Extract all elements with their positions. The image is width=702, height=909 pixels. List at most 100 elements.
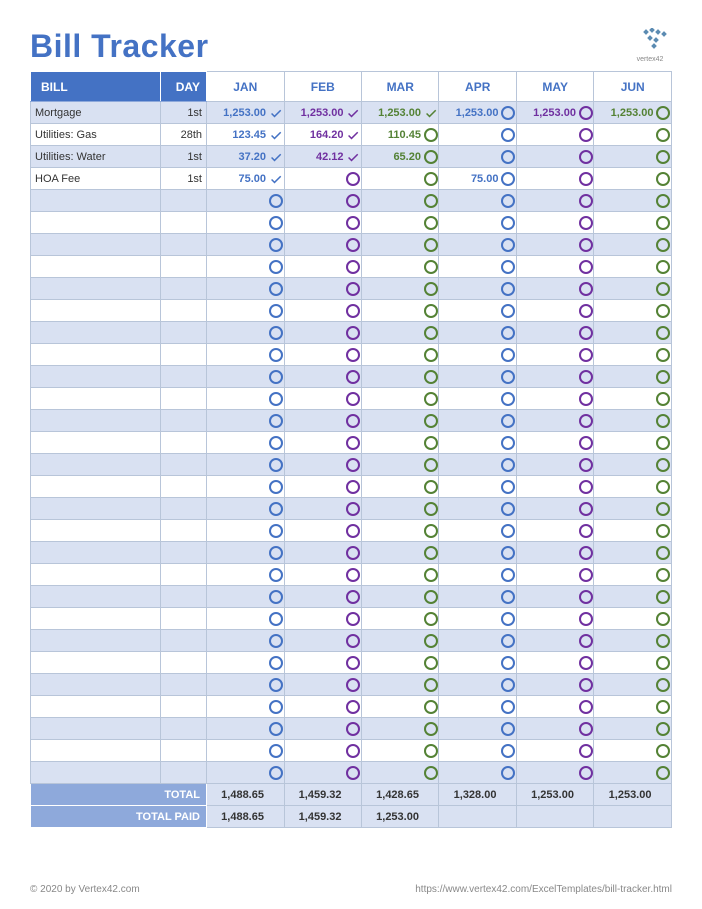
paid-indicator[interactable] <box>268 366 284 388</box>
amount-cell[interactable]: 37.20 <box>207 146 268 168</box>
paid-indicator[interactable] <box>423 190 439 212</box>
paid-indicator[interactable] <box>655 432 671 454</box>
amount-cell[interactable] <box>207 190 268 212</box>
paid-indicator[interactable] <box>500 674 516 696</box>
paid-indicator[interactable] <box>268 410 284 432</box>
amount-cell[interactable]: 75.00 <box>207 168 268 190</box>
due-day-cell[interactable] <box>161 674 207 696</box>
amount-cell[interactable] <box>439 124 500 146</box>
due-day-cell[interactable]: 28th <box>161 124 207 146</box>
bill-name-cell[interactable] <box>31 190 161 212</box>
amount-cell[interactable] <box>284 454 345 476</box>
amount-cell[interactable] <box>516 762 577 784</box>
paid-indicator[interactable] <box>500 124 516 146</box>
due-day-cell[interactable] <box>161 542 207 564</box>
paid-indicator[interactable] <box>268 740 284 762</box>
paid-indicator[interactable] <box>423 652 439 674</box>
amount-cell[interactable] <box>207 718 268 740</box>
amount-cell[interactable] <box>361 520 422 542</box>
paid-indicator[interactable] <box>345 300 361 322</box>
paid-indicator[interactable] <box>578 718 594 740</box>
amount-cell[interactable] <box>361 344 422 366</box>
amount-cell[interactable] <box>439 674 500 696</box>
amount-cell[interactable] <box>361 234 422 256</box>
paid-indicator[interactable] <box>423 344 439 366</box>
paid-indicator[interactable] <box>578 762 594 784</box>
amount-cell[interactable] <box>361 256 422 278</box>
amount-cell[interactable] <box>207 762 268 784</box>
paid-indicator[interactable] <box>578 674 594 696</box>
amount-cell[interactable] <box>284 190 345 212</box>
amount-cell[interactable] <box>284 740 345 762</box>
amount-cell[interactable] <box>516 696 577 718</box>
amount-cell[interactable] <box>594 256 656 278</box>
paid-indicator[interactable] <box>345 740 361 762</box>
paid-indicator[interactable] <box>655 696 671 718</box>
amount-cell[interactable] <box>284 542 345 564</box>
paid-indicator[interactable] <box>578 190 594 212</box>
paid-indicator[interactable] <box>268 146 284 168</box>
amount-cell[interactable] <box>284 520 345 542</box>
paid-indicator[interactable] <box>345 102 361 124</box>
bill-name-cell[interactable] <box>31 344 161 366</box>
amount-cell[interactable] <box>207 608 268 630</box>
paid-indicator[interactable] <box>423 322 439 344</box>
paid-indicator[interactable] <box>578 366 594 388</box>
due-day-cell[interactable] <box>161 432 207 454</box>
paid-indicator[interactable] <box>423 212 439 234</box>
amount-cell[interactable] <box>594 652 656 674</box>
paid-indicator[interactable] <box>345 630 361 652</box>
paid-indicator[interactable] <box>268 674 284 696</box>
paid-indicator[interactable] <box>578 476 594 498</box>
amount-cell[interactable] <box>439 234 500 256</box>
amount-cell[interactable] <box>361 410 422 432</box>
amount-cell[interactable] <box>361 542 422 564</box>
paid-indicator[interactable] <box>268 344 284 366</box>
amount-cell[interactable] <box>361 454 422 476</box>
amount-cell[interactable] <box>284 278 345 300</box>
amount-cell[interactable] <box>594 322 656 344</box>
due-day-cell[interactable] <box>161 256 207 278</box>
paid-indicator[interactable] <box>268 454 284 476</box>
paid-indicator[interactable] <box>423 696 439 718</box>
due-day-cell[interactable] <box>161 520 207 542</box>
due-day-cell[interactable] <box>161 344 207 366</box>
bill-name-cell[interactable] <box>31 388 161 410</box>
amount-cell[interactable] <box>207 454 268 476</box>
paid-indicator[interactable] <box>423 256 439 278</box>
paid-indicator[interactable] <box>423 454 439 476</box>
paid-indicator[interactable] <box>268 102 284 124</box>
due-day-cell[interactable] <box>161 234 207 256</box>
paid-indicator[interactable] <box>578 322 594 344</box>
paid-indicator[interactable] <box>500 366 516 388</box>
amount-cell[interactable] <box>361 190 422 212</box>
amount-cell[interactable] <box>361 740 422 762</box>
amount-cell[interactable] <box>594 476 656 498</box>
paid-indicator[interactable] <box>345 718 361 740</box>
due-day-cell[interactable]: 1st <box>161 102 207 124</box>
amount-cell[interactable] <box>516 432 577 454</box>
amount-cell[interactable] <box>361 696 422 718</box>
amount-cell[interactable]: 75.00 <box>439 168 500 190</box>
amount-cell[interactable] <box>439 146 500 168</box>
amount-cell[interactable] <box>439 454 500 476</box>
paid-indicator[interactable] <box>423 674 439 696</box>
paid-indicator[interactable] <box>500 256 516 278</box>
amount-cell[interactable] <box>516 146 577 168</box>
paid-indicator[interactable] <box>578 168 594 190</box>
paid-indicator[interactable] <box>268 190 284 212</box>
amount-cell[interactable] <box>439 322 500 344</box>
paid-indicator[interactable] <box>423 564 439 586</box>
paid-indicator[interactable] <box>578 498 594 520</box>
paid-indicator[interactable] <box>268 300 284 322</box>
amount-cell[interactable] <box>594 674 656 696</box>
paid-indicator[interactable] <box>500 564 516 586</box>
bill-name-cell[interactable] <box>31 630 161 652</box>
amount-cell[interactable] <box>207 300 268 322</box>
amount-cell[interactable] <box>516 564 577 586</box>
amount-cell[interactable] <box>594 520 656 542</box>
bill-name-cell[interactable] <box>31 212 161 234</box>
amount-cell[interactable] <box>439 586 500 608</box>
paid-indicator[interactable] <box>345 278 361 300</box>
due-day-cell[interactable] <box>161 388 207 410</box>
